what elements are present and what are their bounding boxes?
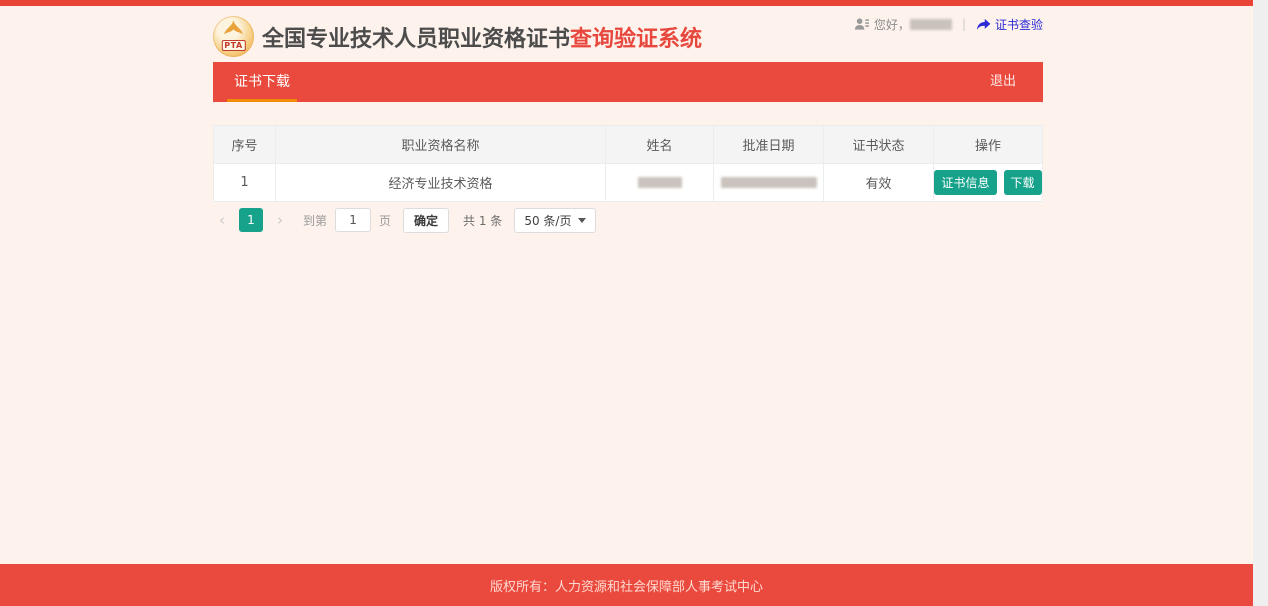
redacted-user-name [910,19,952,30]
user-bar: 您好， | 证书查验 [854,14,1043,34]
title-accent: 查询验证系统 [570,27,702,52]
pta-logo-icon: PTA [213,16,254,57]
footer: 版权所有：人力资源和社会保障部人事考试中心 [0,564,1253,606]
certificate-panel: 序号 职业资格名称 姓名 批准日期 证书状态 操作 1 经济专业技术资格 有效 … [213,125,1043,233]
top-accent-bar [0,0,1253,6]
goto-page-label: 到第 [303,212,327,229]
greeting-text: 您好， [874,16,910,33]
cell-qualification: 经济专业技术资格 [276,164,606,201]
redacted-name [638,177,682,188]
cell-status: 有效 [824,164,934,201]
tab-certificate-download[interactable]: 证书下载 [227,62,297,102]
logo-badge: PTA [221,40,245,51]
next-page-button[interactable]: › [271,211,289,229]
current-page-button[interactable]: 1 [239,208,263,232]
cell-name [606,164,714,201]
logo-flame-icon [220,20,247,42]
divider: | [962,17,966,31]
table-row: 1 经济专业技术资格 有效 证书信息 下载 [214,163,1042,201]
certificate-table: 序号 职业资格名称 姓名 批准日期 证书状态 操作 1 经济专业技术资格 有效 … [213,125,1043,202]
col-header-status: 证书状态 [824,126,934,163]
page-unit-label: 页 [379,212,391,229]
share-arrow-icon [976,18,991,31]
redacted-date [721,177,817,188]
cell-approval-date [714,164,824,201]
brand: PTA 全国专业技术人员职业资格证书查询验证系统 [213,16,702,57]
certificate-verify-link[interactable]: 证书查验 [976,16,1043,33]
download-button[interactable]: 下载 [1004,170,1042,195]
chevron-down-icon [578,218,586,223]
col-header-index: 序号 [214,126,276,163]
col-header-name: 姓名 [606,126,714,163]
total-count-label: 共 1 条 [463,212,502,229]
confirm-page-button[interactable]: 确定 [403,208,449,233]
logout-button[interactable]: 退出 [990,62,1016,102]
copyright-text: 版权所有：人力资源和社会保障部人事考试中心 [490,576,763,595]
cell-index: 1 [214,164,276,201]
page-size-value: 50 条/页 [524,212,571,229]
col-header-actions: 操作 [934,126,1042,163]
verify-link-label: 证书查验 [995,16,1043,33]
page-size-select[interactable]: 50 条/页 [514,208,596,233]
col-header-approval-date: 批准日期 [714,126,824,163]
title-main: 全国专业技术人员职业资格证书 [262,27,570,52]
page-title: 全国专业技术人员职业资格证书查询验证系统 [262,21,702,53]
prev-page-button[interactable]: ‹ [213,211,231,229]
nav-bar: 证书下载 退出 [213,62,1043,102]
cell-actions: 证书信息 下载 [934,164,1042,201]
col-header-qualification: 职业资格名称 [276,126,606,163]
scrollbar-track[interactable] [1253,0,1268,606]
pagination: ‹ 1 › 到第 页 确定 共 1 条 50 条/页 [213,207,1043,233]
goto-page-input[interactable] [335,208,371,232]
certificate-info-button[interactable]: 证书信息 [934,170,996,195]
user-icon [854,17,869,31]
table-header-row: 序号 职业资格名称 姓名 批准日期 证书状态 操作 [214,126,1042,163]
